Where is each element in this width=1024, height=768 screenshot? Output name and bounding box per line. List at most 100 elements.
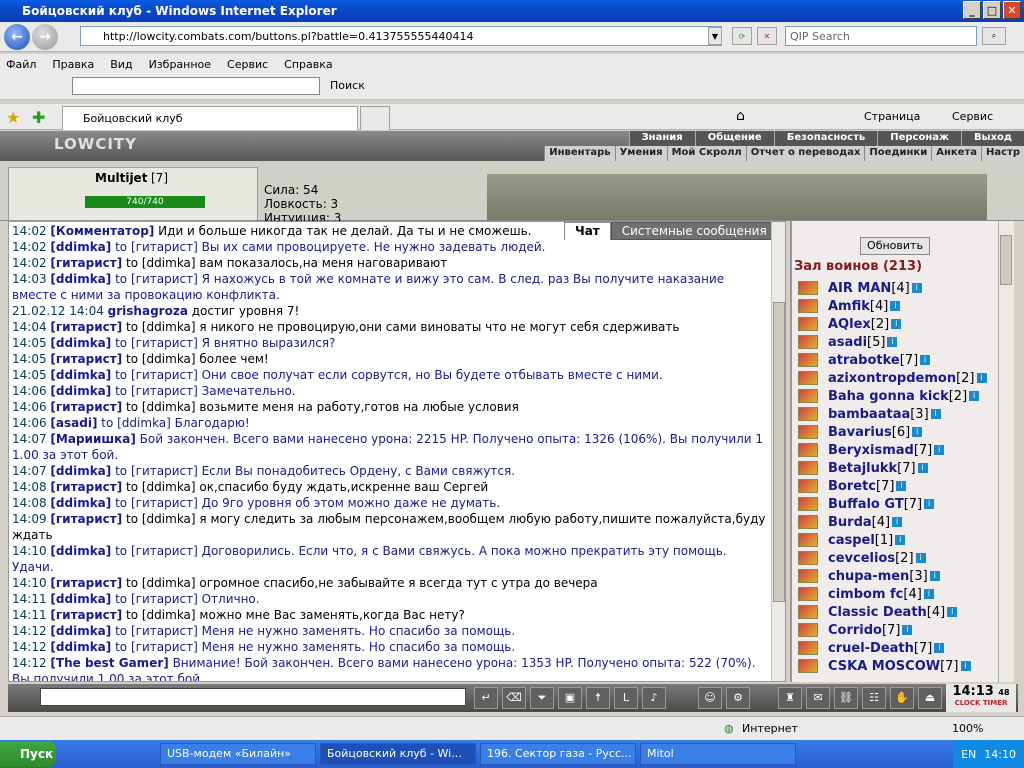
player-info-icon[interactable]: i (920, 355, 931, 365)
player-status-icon[interactable] (798, 605, 818, 619)
player-name[interactable]: caspel (828, 533, 875, 548)
player-status-icon[interactable] (798, 569, 818, 583)
menu-file[interactable]: Файл (6, 58, 36, 71)
menu-edit[interactable]: Правка (52, 58, 94, 71)
forward-button[interactable]: → (32, 24, 58, 50)
zoom-level[interactable]: 100% (952, 722, 983, 735)
player-info-icon[interactable]: i (890, 301, 901, 311)
player-row[interactable]: CSKA MOSCOW [7] i (798, 657, 998, 675)
player-status-icon[interactable] (798, 587, 818, 601)
scroll-icon[interactable]: ✉ (806, 687, 830, 709)
player-name[interactable]: Baha gonna kick (828, 389, 949, 404)
add-favorite-icon[interactable]: ✚ (32, 108, 45, 127)
save-icon[interactable]: ▣ (558, 687, 582, 709)
chat-author[interactable]: [ddimka] (50, 272, 111, 286)
menu-favorites[interactable]: Избранное (149, 58, 211, 71)
nav-character[interactable]: Персонаж (877, 131, 961, 146)
player-name[interactable]: cruel-Death (828, 641, 914, 656)
nav-fights[interactable]: Поединки (864, 146, 931, 161)
player-name[interactable]: Buffalo GT (828, 497, 904, 512)
nav-scroll[interactable]: Мой Скролл (666, 146, 746, 161)
tab-fight-club[interactable]: Бойцовский клуб (62, 106, 358, 130)
player-status-icon[interactable] (798, 317, 818, 331)
chat-author[interactable]: [гитарист] (50, 320, 122, 334)
chat-author[interactable]: [ddimka] (50, 384, 111, 398)
chat-author[interactable]: [гитарист] (50, 608, 122, 622)
player-name[interactable]: AIR MAN (828, 281, 891, 296)
chat-author[interactable]: [Мариишка] (50, 432, 135, 446)
exit-door-icon[interactable]: ⏏ (918, 687, 942, 709)
player-name[interactable]: azixontropdemon (828, 371, 956, 386)
hand-icon[interactable]: ✋ (890, 687, 914, 709)
chat-author[interactable]: [ddimka] (50, 464, 111, 478)
player-name[interactable]: AQlex (828, 317, 871, 332)
refresh-button[interactable]: Обновить (860, 237, 930, 255)
player-info-icon[interactable]: i (902, 625, 913, 635)
player-row[interactable]: atrabotke [7] i (798, 351, 998, 369)
sound-icon[interactable]: ♪ (642, 687, 666, 709)
player-info-icon[interactable]: i (917, 463, 928, 473)
address-dropdown[interactable]: ▼ (708, 27, 722, 45)
nav-inventory[interactable]: Инвентарь (544, 146, 614, 161)
player-name[interactable]: cevcelios (828, 551, 895, 566)
player-info-icon[interactable]: i (912, 427, 923, 437)
player-info-icon[interactable]: i (887, 337, 898, 347)
player-row[interactable]: azixontropdemon [2] i (798, 369, 998, 387)
back-button[interactable]: ← (4, 24, 30, 50)
nav-skills[interactable]: Умения (614, 146, 667, 161)
chat-author[interactable]: [ddimka] (50, 592, 111, 606)
chat-author[interactable]: [ddimka] (50, 544, 111, 558)
player-name[interactable]: Burda (828, 515, 872, 530)
player-row[interactable]: Bavarius [6] i (798, 423, 998, 441)
player-status-icon[interactable] (798, 371, 818, 385)
player-info-icon[interactable]: i (947, 607, 958, 617)
player-row[interactable]: Amfik [4] i (798, 297, 998, 315)
maximize-button[interactable]: □ (983, 1, 1001, 19)
chat-author[interactable]: [ddimka] (50, 240, 111, 254)
player-row[interactable]: asadi [5] i (798, 333, 998, 351)
room-scrollbar[interactable] (998, 221, 1014, 682)
player-name[interactable]: CSKA MOSCOW (828, 659, 940, 674)
chat-author[interactable]: [гитарист] (50, 512, 122, 526)
player-info-icon[interactable]: i (934, 445, 945, 455)
toolbar-search-field[interactable] (72, 77, 320, 95)
player-row[interactable]: Baha gonna kick [2] i (798, 387, 998, 405)
chat-author[interactable]: [asadi] (50, 416, 97, 430)
player-row[interactable]: cruel-Death [7] i (798, 639, 998, 657)
player-name[interactable]: Beryxismad (828, 443, 914, 458)
lang-indicator[interactable]: EN (961, 748, 976, 761)
nav-knowledge[interactable]: Знания (628, 131, 695, 146)
player-row[interactable]: Classic Death [4] i (798, 603, 998, 621)
player-row[interactable]: Boretc [7] i (798, 477, 998, 495)
nav-exit[interactable]: Выход (960, 131, 1024, 146)
player-row[interactable]: Corrido [7] i (798, 621, 998, 639)
player-name[interactable]: bambaataa (828, 407, 910, 422)
player-name[interactable]: atrabotke (828, 353, 900, 368)
favorites-star-icon[interactable]: ★ (6, 108, 20, 127)
player-row[interactable]: caspel [1] i (798, 531, 998, 549)
settings-icon[interactable]: ⚙ (726, 687, 750, 709)
player-status-icon[interactable] (798, 551, 818, 565)
chat-author[interactable]: [гитарист] (50, 576, 122, 590)
player-row[interactable]: bambaataa [3] i (798, 405, 998, 423)
chat-author[interactable]: grishagroza (108, 304, 188, 318)
menu-view[interactable]: Вид (110, 58, 132, 71)
task-usb-modem[interactable]: USB-модем «Билайн» (160, 743, 316, 765)
start-button[interactable]: Пуск (0, 741, 56, 767)
player-row[interactable]: AIR MAN [4] i (798, 279, 998, 297)
player-info-icon[interactable]: i (969, 391, 980, 401)
player-info-icon[interactable]: i (976, 373, 987, 383)
chat-author[interactable]: [ddimka] (50, 640, 111, 654)
new-tab-button[interactable] (360, 106, 390, 130)
player-name[interactable]: Classic Death (828, 605, 927, 620)
player-name[interactable]: Betajlukk (828, 461, 897, 476)
tools-menu[interactable]: Сервис (952, 110, 993, 123)
player-name[interactable]: Corrido (828, 623, 882, 638)
task-mitol[interactable]: Mitol (640, 743, 796, 765)
chat-author[interactable]: [The best Gamer] (50, 656, 168, 670)
chat-author[interactable]: [гитарист] (50, 256, 122, 270)
tab-system-messages[interactable]: Системные сообщения (610, 222, 778, 240)
player-info-icon[interactable]: i (960, 661, 971, 671)
player-row[interactable]: Beryxismad [7] i (798, 441, 998, 459)
player-name[interactable]: cimbom fc (828, 587, 903, 602)
